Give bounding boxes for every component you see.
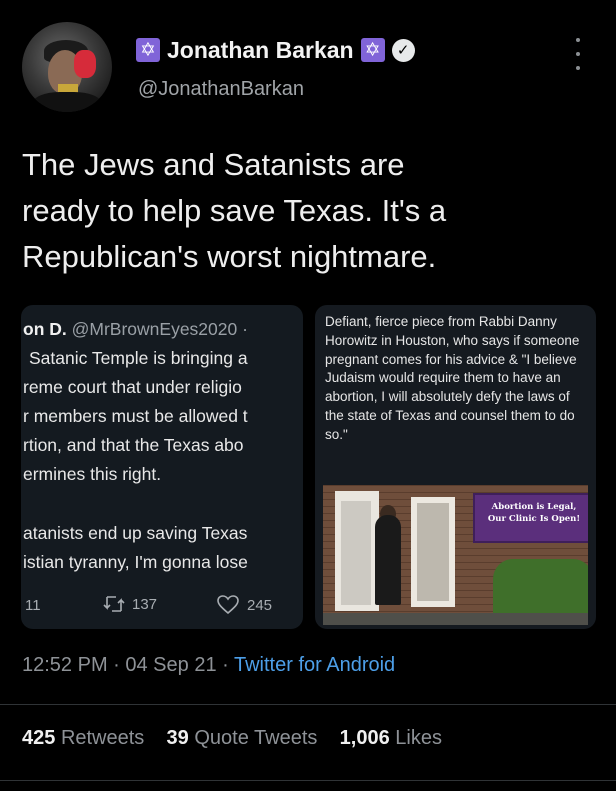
clinic-photo: Abortion is Legal, Our Clinic Is Open!	[323, 485, 588, 625]
avatar[interactable]	[22, 22, 112, 112]
embedded-text-line: istian tyranny, I'm gonna lose	[23, 552, 248, 572]
banner-line: Abortion is Legal,	[491, 502, 577, 512]
tweet-line: Republican's worst nightmare.	[22, 239, 437, 274]
embedded-retweet-stat: 137	[103, 595, 157, 613]
star-of-david-icon: ✡	[360, 38, 385, 62]
tweet-timestamp[interactable]: 12:52 PM · 04 Sep 21 ·	[22, 654, 229, 676]
embedded-text-line: rtion, and that the Texas abo	[23, 435, 244, 455]
more-options-icon[interactable]	[571, 38, 585, 70]
likes-stat[interactable]: 1,006 Likes	[340, 727, 442, 749]
avatar-shirt	[32, 92, 102, 112]
tweet-line: The Jews and Satanists are	[22, 147, 405, 182]
embedded-text-line: r members must be allowed t	[23, 406, 248, 426]
quote-tweets-label: Quote Tweets	[194, 727, 318, 749]
ground	[323, 613, 588, 625]
quote-tweets-stat[interactable]: 39 Quote Tweets	[167, 727, 318, 749]
retweets-label: Retweets	[60, 727, 145, 749]
divider	[0, 704, 616, 705]
avatar-red-mark	[74, 50, 96, 78]
embedded-image-left[interactable]: on D. @MrBrownEyes2020 · Satanic Temple …	[21, 305, 303, 629]
likes-label: Likes	[395, 727, 442, 749]
clinic-banner: Abortion is Legal, Our Clinic Is Open!	[473, 493, 588, 543]
retweets-stat[interactable]: 425 Retweets	[22, 727, 144, 749]
tweet-timestamp-line: 12:52 PM · 04 Sep 21 · Twitter for Andro…	[22, 654, 395, 677]
embedded-text-line: atanists end up saving Texas	[23, 523, 248, 543]
author-handle[interactable]: @JonathanBarkan	[138, 78, 304, 101]
embedded-retweet-count: 137	[132, 595, 158, 613]
embedded-author-handle: @MrBrownEyes2020 ·	[71, 319, 248, 339]
tweet-text: The Jews and Satanists are ready to help…	[22, 142, 592, 280]
banner-text: Abortion is Legal, Our Clinic Is Open!	[475, 501, 588, 525]
star-of-david-icon: ✡	[136, 38, 160, 62]
quote-tweets-count: 39	[166, 727, 189, 749]
more-dot	[576, 38, 580, 42]
embedded-quote-text: Defiant, fierce piece from Rabbi Danny H…	[325, 314, 580, 442]
tweet-line: ready to help save Texas. It's a	[22, 193, 447, 228]
embedded-reply-count: 11	[25, 597, 41, 614]
retweets-count: 425	[22, 727, 56, 749]
heart-icon	[217, 595, 239, 615]
person	[375, 515, 401, 605]
embedded-image-right[interactable]: Defiant, fierce piece from Rabbi Danny H…	[315, 305, 596, 629]
tweet-source-link[interactable]: Twitter for Android	[234, 654, 395, 676]
embedded-text-line: reme court that under religio	[23, 377, 242, 397]
verified-badge-icon: ✓	[391, 38, 415, 62]
author-name-row[interactable]: ✡ Jonathan Barkan ✡ ✓	[136, 35, 415, 65]
banner-line: Our Clinic Is Open!	[487, 514, 581, 524]
embedded-text-line: ermines this right.	[23, 464, 162, 484]
embedded-like-count: 245	[247, 596, 273, 614]
more-dot	[576, 52, 580, 56]
engagement-stats: 425 Retweets 39 Quote Tweets 1,006 Likes	[22, 727, 442, 750]
window-pane	[417, 503, 449, 601]
embedded-author-line: on D. @MrBrownEyes2020 ·	[23, 319, 248, 340]
embedded-text-line: Satanic Temple is bringing a	[29, 348, 248, 368]
retweet-icon	[103, 596, 125, 612]
more-dot	[576, 66, 580, 70]
display-name[interactable]: Jonathan Barkan	[167, 37, 354, 64]
embedded-like-stat: 245	[217, 595, 272, 615]
embedded-author-name: on D.	[23, 319, 67, 339]
door	[341, 501, 371, 605]
likes-count: 1,006	[339, 727, 390, 749]
divider	[0, 780, 616, 781]
